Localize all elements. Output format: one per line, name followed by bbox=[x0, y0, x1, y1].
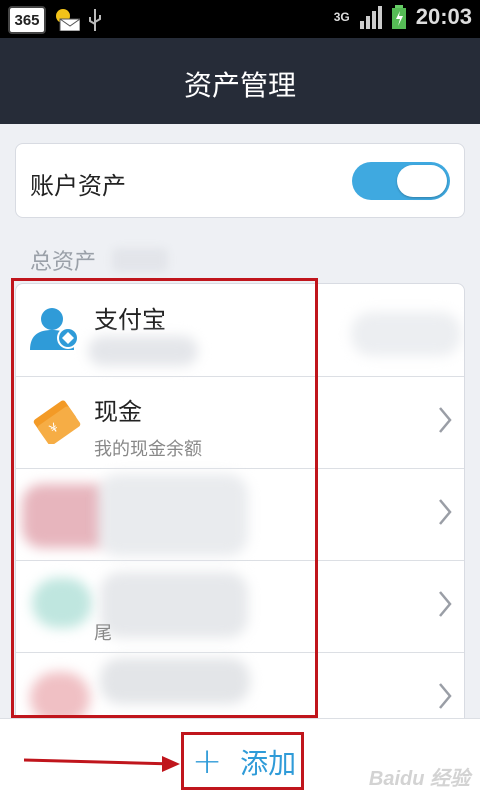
chevron-right-icon bbox=[439, 591, 452, 617]
watermark: Baidu 经验 bbox=[368, 768, 470, 790]
toggle-knob bbox=[397, 165, 447, 197]
status-bar: 365 3G 20:03 bbox=[0, 0, 480, 38]
annotation-arrow-icon bbox=[24, 756, 180, 772]
account-assets-label: 账户资产 bbox=[30, 172, 126, 200]
page-title: 资产管理 bbox=[183, 69, 296, 102]
alipay-amount-redacted bbox=[351, 312, 461, 356]
chevron-right-icon bbox=[439, 499, 452, 525]
clock: 20:03 bbox=[415, 4, 472, 29]
signal-icon bbox=[359, 5, 382, 29]
battery-icon bbox=[391, 5, 406, 29]
annotation-highlight-box bbox=[11, 278, 318, 718]
total-assets-value-redacted bbox=[112, 248, 168, 272]
chevron-right-icon bbox=[439, 683, 452, 709]
total-assets-label: 总资产 bbox=[30, 250, 97, 275]
chevron-right-icon bbox=[439, 407, 452, 433]
account-assets-card: 账户资产 bbox=[15, 143, 465, 218]
title-bar: 资产管理 bbox=[0, 38, 480, 124]
mail-icon bbox=[56, 9, 80, 31]
network-type: 3G bbox=[333, 10, 350, 24]
annotation-add-box bbox=[181, 732, 304, 790]
app-365-icon: 365 bbox=[8, 6, 46, 34]
usb-icon bbox=[89, 9, 101, 31]
account-assets-toggle[interactable] bbox=[352, 162, 450, 200]
